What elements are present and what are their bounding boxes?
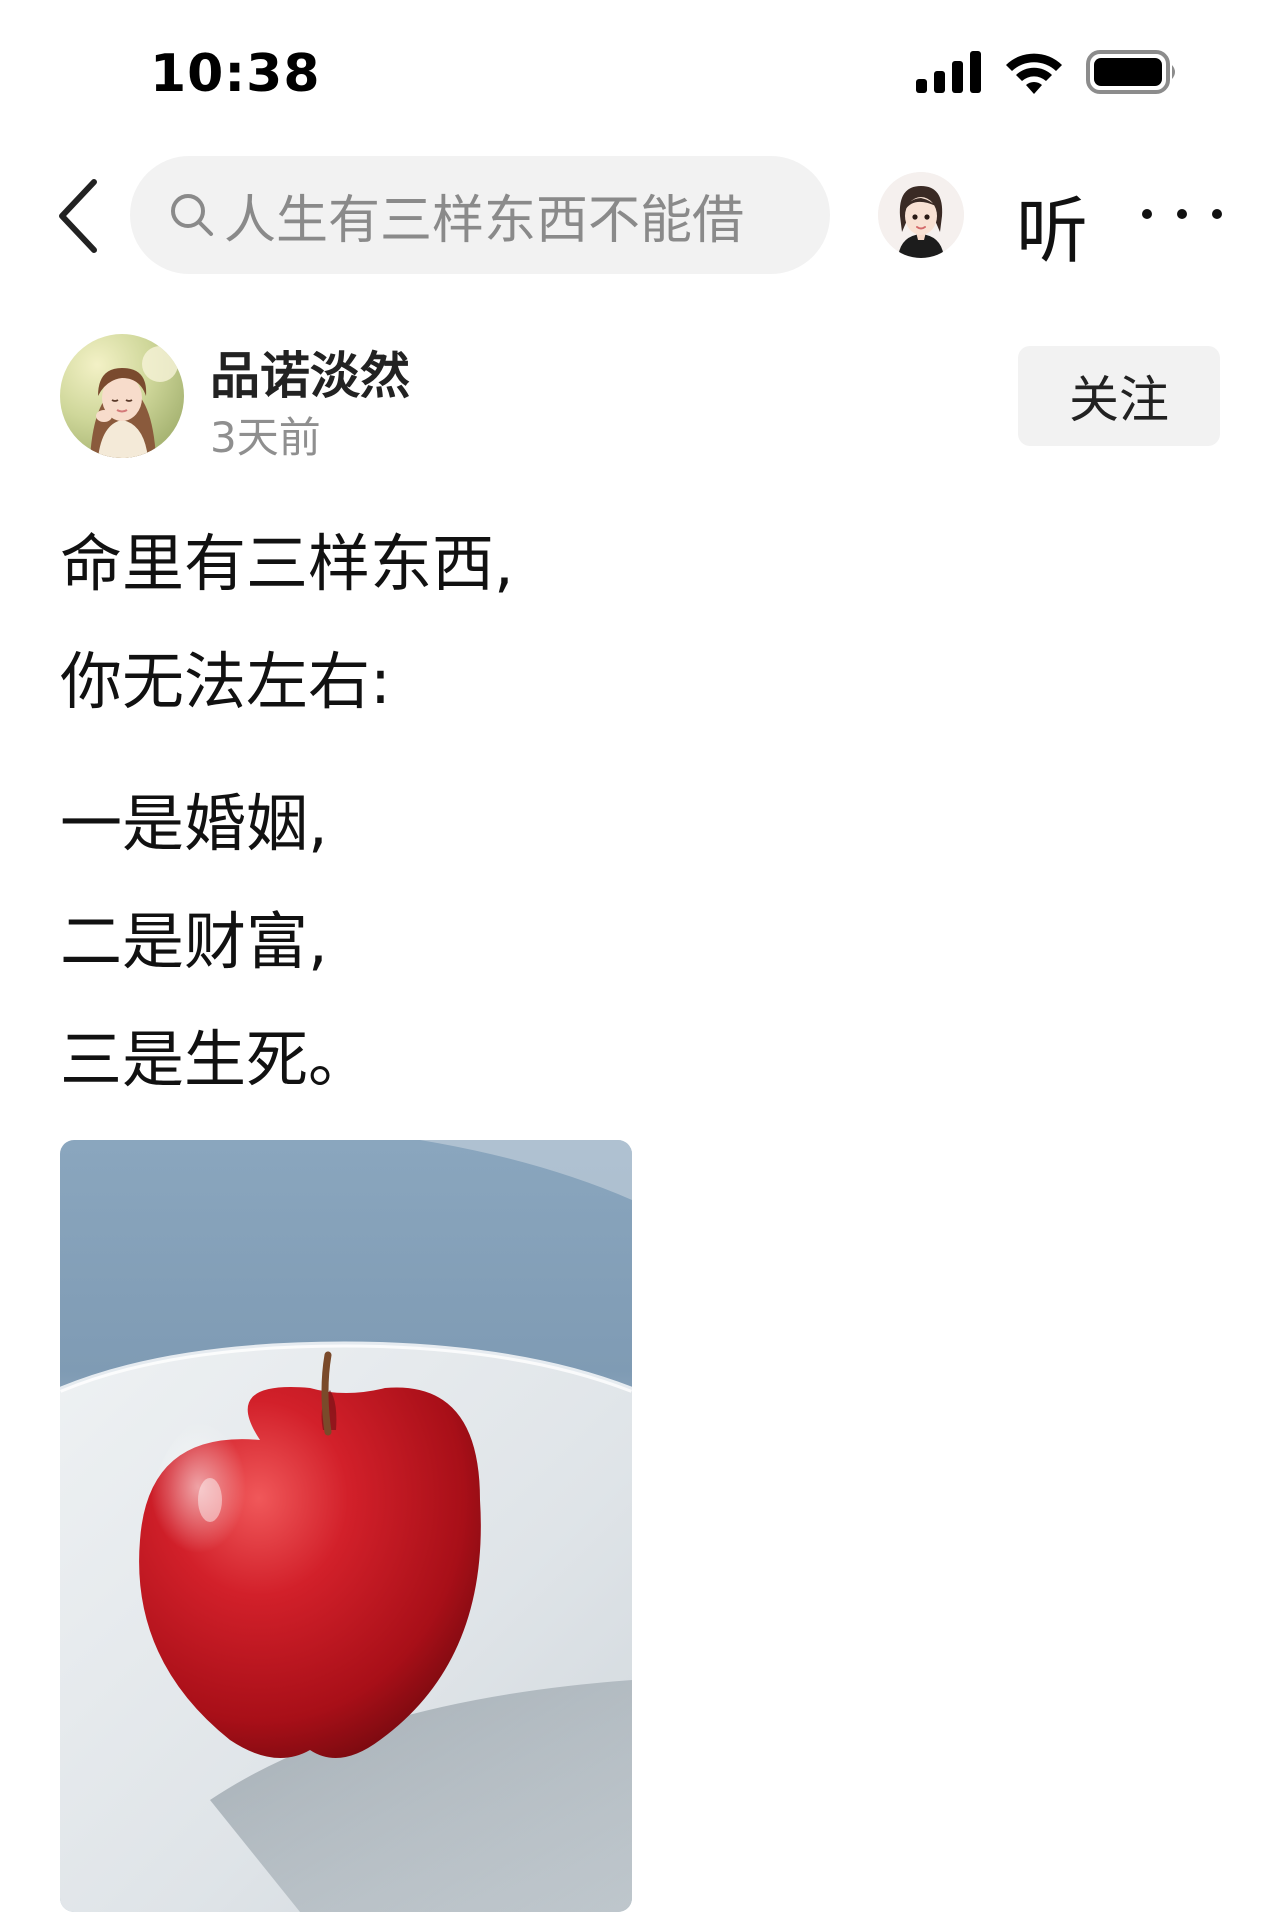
listen-button[interactable]: 听 (1016, 172, 1088, 277)
assistant-avatar[interactable] (878, 172, 964, 258)
search-bar[interactable]: 人生有三样东西不能借 (130, 156, 830, 274)
author-avatar[interactable] (60, 334, 184, 458)
post-line: 命里有三样东西, (60, 527, 514, 600)
status-icons (916, 50, 1180, 94)
post-line: 你无法左右: (60, 645, 391, 718)
post-body: 命里有三样东西, 你无法左右: 一是婚姻, 二是财富, 三是生死。 (60, 520, 1220, 1134)
back-button[interactable] (48, 176, 108, 256)
post-line: 三是生死。 (60, 1023, 371, 1096)
post-line: 一是婚姻, (60, 787, 328, 860)
more-dot (1177, 209, 1187, 219)
author-name[interactable]: 品诺淡然 (210, 336, 410, 408)
author-row: 品诺淡然 3天前 关注 (60, 330, 1220, 470)
post-image[interactable] (60, 1140, 632, 1912)
wifi-icon (1006, 53, 1062, 94)
status-bar: 10:38 (0, 0, 1280, 140)
author-avatar-photo (60, 334, 184, 458)
apple-photo (60, 1140, 632, 1912)
follow-button[interactable]: 关注 (1018, 346, 1220, 446)
signal-icon (916, 51, 981, 93)
more-dot (1142, 209, 1152, 219)
post-line: 二是财富, (60, 905, 328, 978)
chevron-left-icon (59, 179, 97, 253)
search-placeholder: 人生有三样东西不能借 (224, 190, 745, 251)
post-time: 3天前 (210, 413, 321, 462)
cartoon-girl-avatar-icon (878, 172, 964, 258)
battery-icon (1086, 50, 1175, 94)
top-nav: 人生有三样东西不能借 听 (0, 150, 1280, 280)
more-button[interactable] (1142, 194, 1222, 234)
more-dot (1212, 209, 1222, 219)
status-time: 10:38 (150, 44, 321, 104)
search-icon (171, 194, 213, 236)
